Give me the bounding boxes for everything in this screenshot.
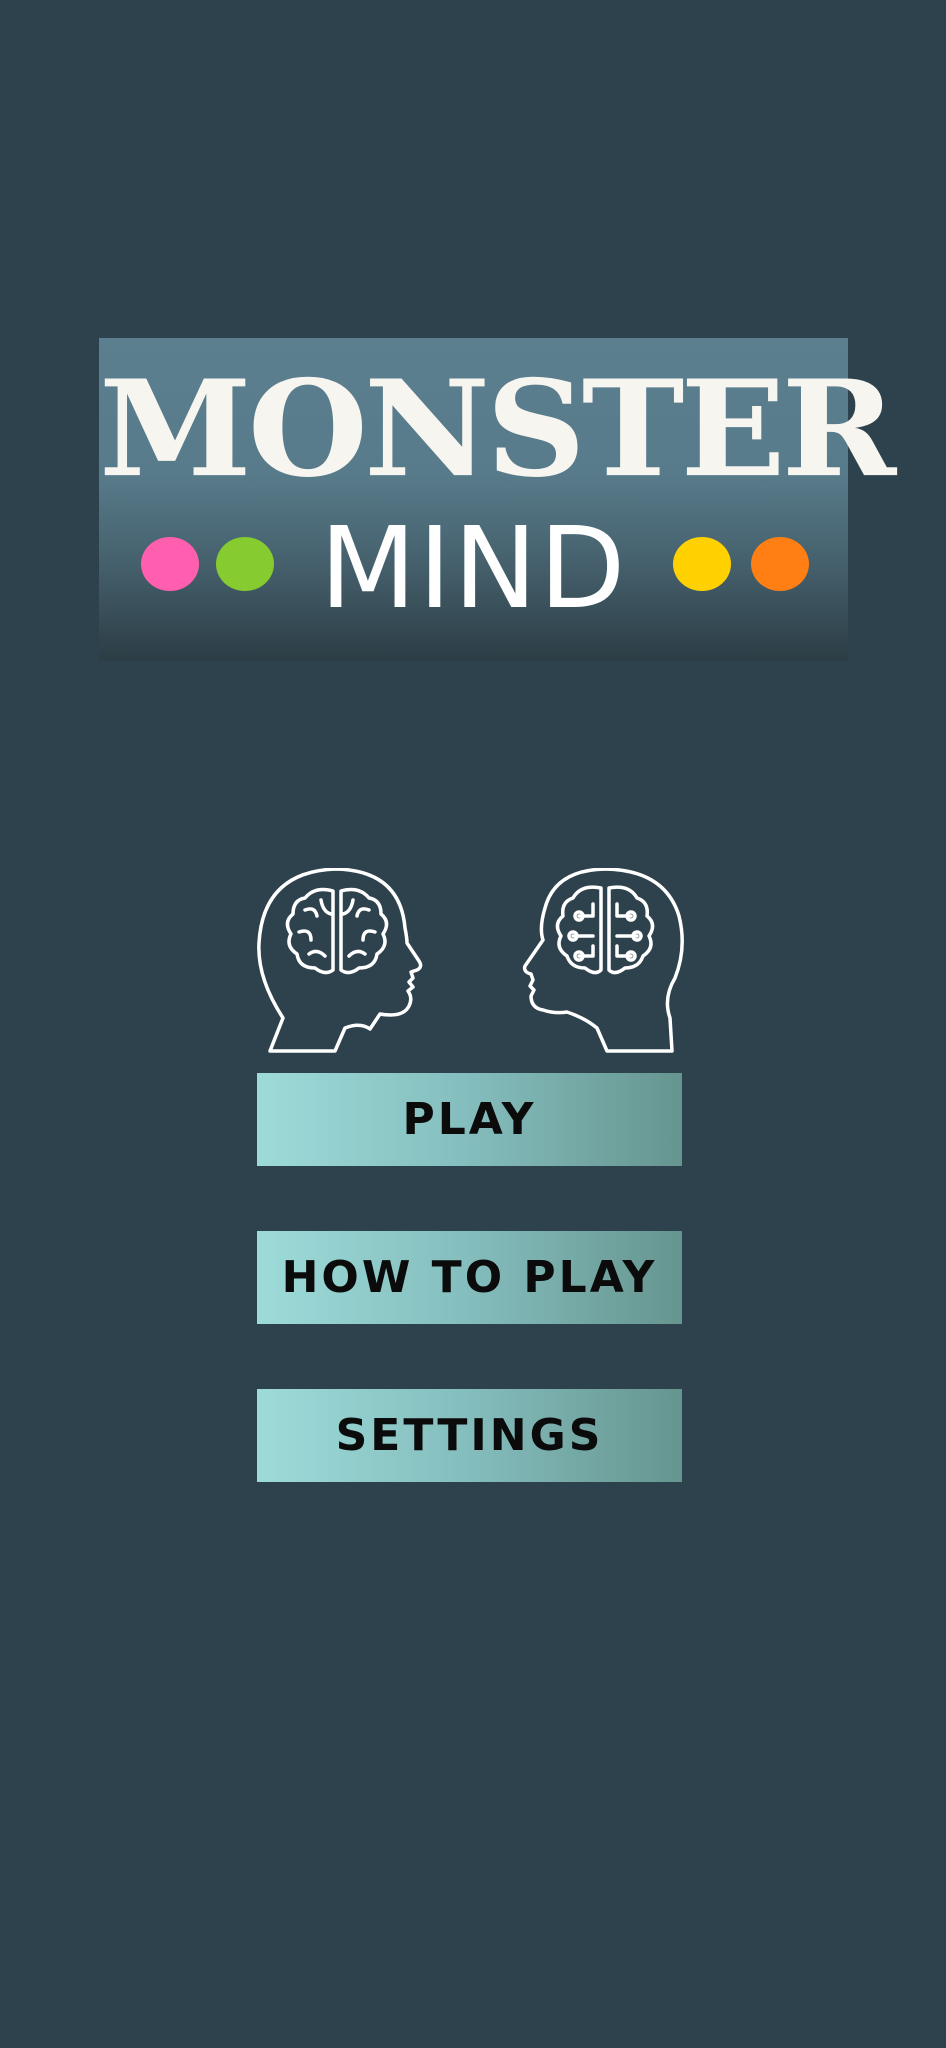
how-to-play-button[interactable]: HOW TO PLAY	[257, 1231, 682, 1324]
logo-title: MONSTER	[99, 350, 896, 507]
orange-dot	[751, 537, 809, 591]
heads-illustration	[257, 868, 684, 1053]
yellow-dot	[673, 537, 731, 591]
settings-button[interactable]: SETTINGS	[257, 1389, 682, 1482]
logo-subtitle: MIND	[319, 504, 628, 634]
game-logo: MONSTER MIND	[99, 338, 896, 661]
head-circuit-brain-icon	[522, 868, 684, 1053]
head-brain-icon	[257, 868, 423, 1053]
play-button[interactable]: PLAY	[257, 1073, 682, 1166]
